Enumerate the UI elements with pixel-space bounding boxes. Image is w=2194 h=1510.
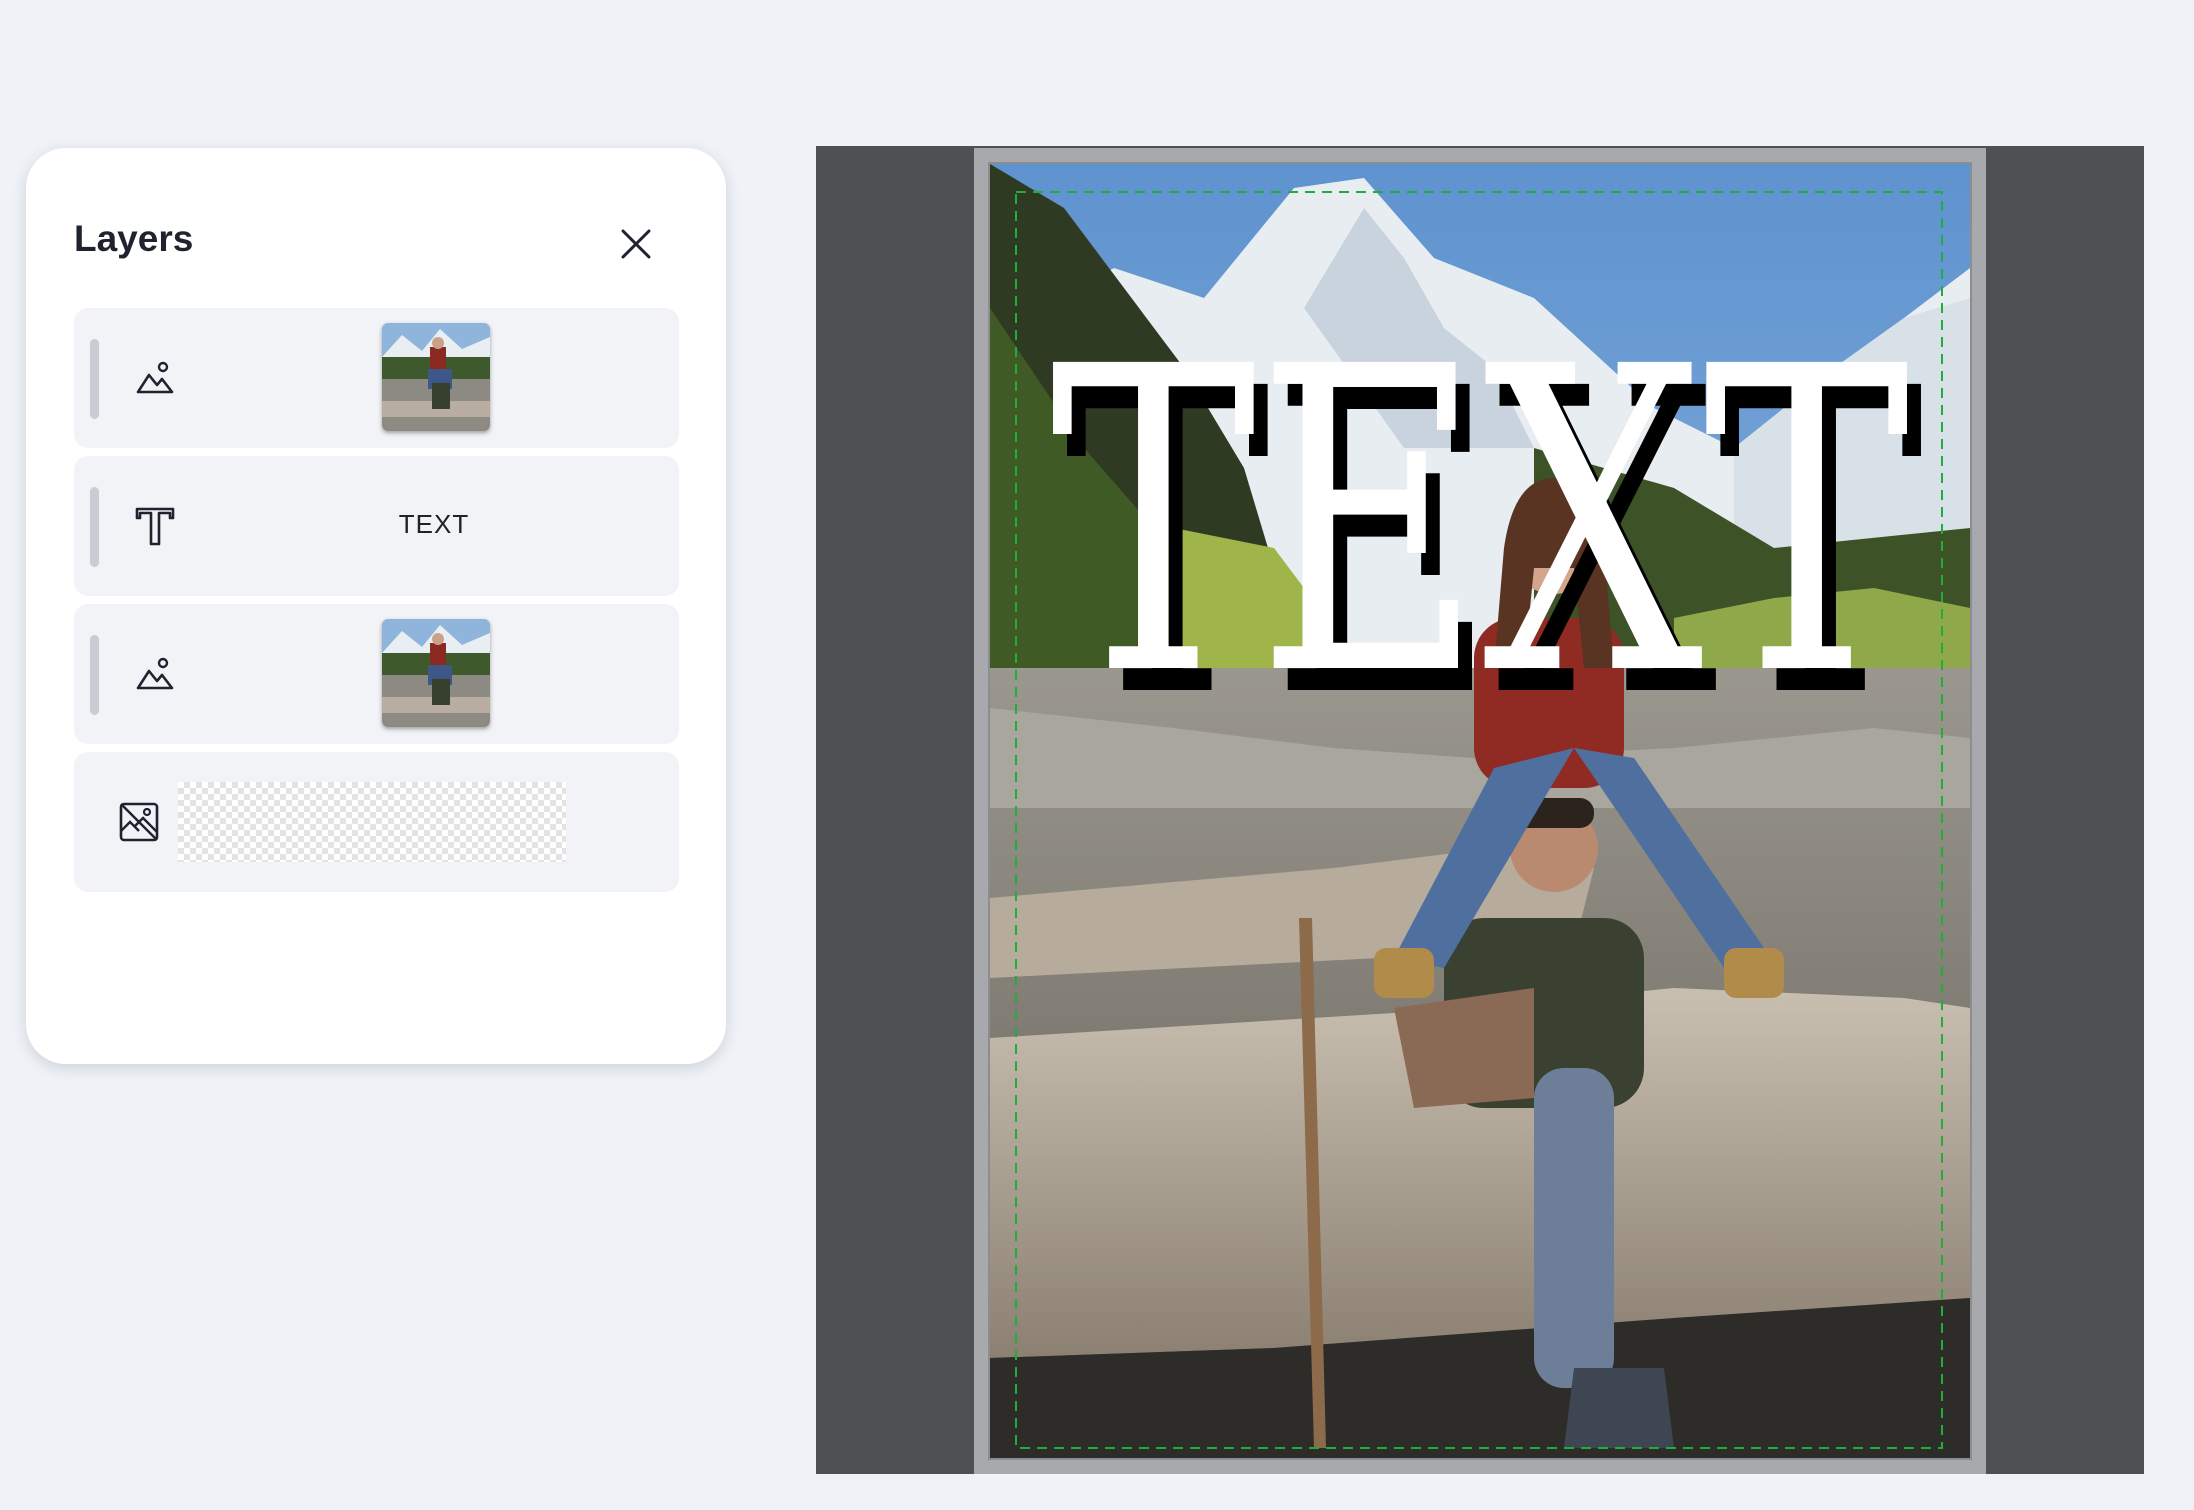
background-layer-icon [116,799,162,845]
close-button[interactable] [614,222,658,266]
headline-text-layer: TEXT TEXT [1050,279,1926,790]
layer-row-background[interactable] [74,752,679,892]
text-layer-icon [132,503,178,549]
layer-label: TEXT [398,509,470,539]
transparent-background-preview [178,782,566,862]
layer-thumbnail [382,619,490,727]
svg-text:TEXT: TEXT [1050,279,1912,768]
drag-handle[interactable] [90,339,99,419]
close-icon [621,229,651,259]
layer-thumbnail [382,323,490,431]
layers-panel: Layers TEXT [26,148,726,1064]
layer-row-text[interactable]: TEXT [74,456,679,596]
image-layer-icon [132,355,178,401]
drag-handle[interactable] [90,635,99,715]
artboard[interactable]: TEXT TEXT [974,148,1986,1474]
layer-row-image-bottom[interactable] [74,604,679,744]
canvas-workspace[interactable]: TEXT TEXT [816,146,2144,1474]
design-canvas: TEXT TEXT [988,162,1972,1460]
image-layer-icon [132,651,178,697]
layer-row-image-top[interactable] [74,308,679,448]
drag-handle[interactable] [90,487,99,567]
panel-title: Layers [74,218,194,259]
